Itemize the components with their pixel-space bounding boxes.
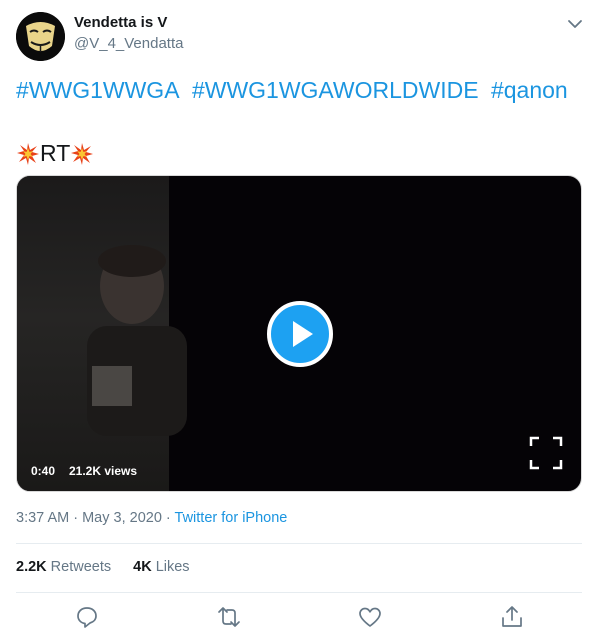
tweet-stats: 2.2K Retweets 4K Likes <box>16 559 190 575</box>
reply-icon[interactable] <box>74 604 100 630</box>
guy-fawkes-mask-icon <box>16 12 65 61</box>
hashtag-link[interactable]: #qanon <box>491 77 568 103</box>
likes-stat[interactable]: 4K Likes <box>133 559 189 575</box>
explosion-emoji-icon <box>70 142 94 166</box>
divider <box>16 543 582 544</box>
hashtag-link[interactable]: #WWG1WWGA <box>16 77 180 103</box>
tweet-timestamp: 3:37 AM · May 3, 2020 · Twitter for iPho… <box>16 510 287 526</box>
likes-count: 4K <box>133 559 152 575</box>
tweet-date[interactable]: May 3, 2020 <box>82 510 162 526</box>
video-views: 21.2K views <box>69 464 138 478</box>
author-handle[interactable]: @V_4_Vendatta <box>74 35 183 52</box>
tweet-text-rt: RT <box>16 140 94 167</box>
hashtag-link[interactable]: #WWG1WGAWORLDWIDE <box>192 77 479 103</box>
share-icon[interactable] <box>499 604 525 630</box>
retweets-stat[interactable]: 2.2K Retweets <box>16 559 111 575</box>
retweets-label: Retweets <box>50 559 112 575</box>
likes-label: Likes <box>155 559 190 575</box>
explosion-emoji-icon <box>16 142 40 166</box>
avatar[interactable] <box>16 12 65 61</box>
video-frame-figure <box>87 245 187 436</box>
author-name[interactable]: Vendetta is V <box>74 14 167 31</box>
like-icon[interactable] <box>357 604 383 630</box>
meta-separator: · <box>69 510 83 526</box>
tweet-source-link[interactable]: Twitter for iPhone <box>175 510 288 526</box>
chevron-down-icon[interactable] <box>563 12 587 36</box>
fullscreen-icon[interactable] <box>528 435 564 471</box>
rt-label: RT <box>40 140 71 166</box>
video-player[interactable]: 0:40 21.2K views <box>16 175 582 492</box>
meta-separator: · <box>161 510 175 526</box>
play-button[interactable] <box>267 301 333 367</box>
play-icon <box>293 321 313 347</box>
retweets-count: 2.2K <box>16 559 47 575</box>
tweet-hashtags: #WWG1WWGA #WWG1WGAWORLDWIDE #qanon <box>16 77 574 104</box>
tweet-time[interactable]: 3:37 AM <box>16 510 69 526</box>
video-duration: 0:40 <box>31 464 56 478</box>
retweet-icon[interactable] <box>216 604 242 630</box>
divider <box>16 592 582 593</box>
